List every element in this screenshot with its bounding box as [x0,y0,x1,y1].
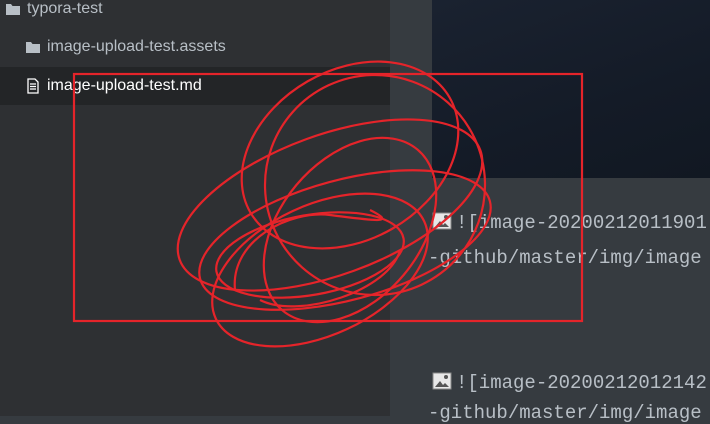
image-icon [432,212,452,230]
embedded-image-preview [432,0,710,178]
tree-folder-label: image-upload-test.assets [47,38,226,55]
markdown-image-line[interactable]: ![image-20200212011901 [432,212,707,234]
file-text-icon [25,78,41,94]
file-tree-sidebar: typora-test image-upload-test.assets ima… [0,0,390,416]
markdown-image-line[interactable]: ![image-20200212012142 [432,372,707,394]
folder-icon [25,39,41,55]
tree-folder-assets[interactable]: image-upload-test.assets [0,28,390,66]
tree-folder-label: typora-test [27,0,103,17]
tree-file-md[interactable]: image-upload-test.md [0,67,390,105]
markdown-source-text: ![image-20200212012142 [456,372,707,394]
folder-icon [5,1,21,17]
markdown-source-text: -github/master/img/image [428,402,702,424]
tree-folder-typora-test[interactable]: typora-test [0,0,390,28]
tree-file-label: image-upload-test.md [47,77,202,94]
image-icon [432,372,452,390]
markdown-continuation-line[interactable]: -github/master/img/image [428,402,702,424]
markdown-source-text: ![image-20200212011901 [456,212,707,234]
markdown-continuation-line[interactable]: -github/master/img/image [428,247,702,269]
markdown-source-text: -github/master/img/image [428,247,702,269]
